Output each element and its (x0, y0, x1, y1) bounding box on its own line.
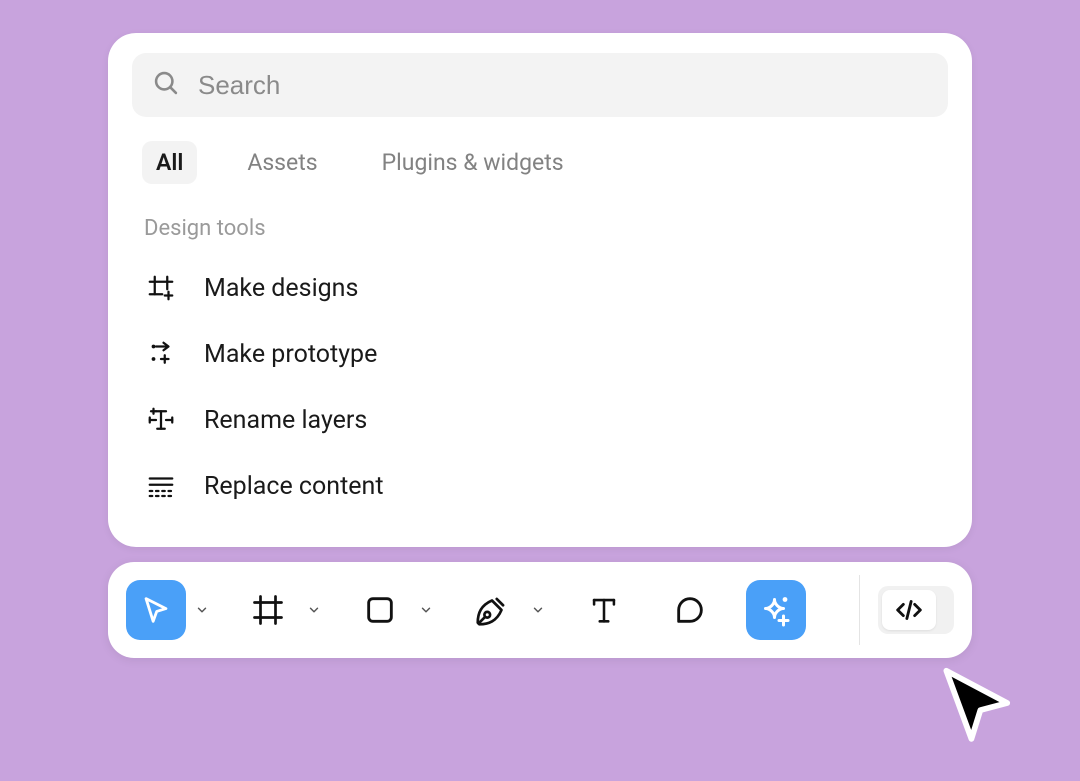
chevron-down-icon[interactable] (192, 600, 212, 620)
ai-tool[interactable] (746, 580, 806, 640)
tab-all[interactable]: All (142, 141, 197, 184)
chevron-down-icon[interactable] (416, 600, 436, 620)
toolbar-divider (859, 575, 860, 645)
action-rename-layers[interactable]: Rename layers (132, 387, 948, 453)
move-tool[interactable] (126, 580, 186, 640)
section-header: Design tools (132, 202, 948, 255)
chevron-down-icon[interactable] (304, 600, 324, 620)
frame-plus-icon (144, 271, 178, 305)
cursor-icon (932, 660, 1018, 750)
actions-panel: All Assets Plugins & widgets Design tool… (108, 33, 972, 547)
ai-tool-group (746, 580, 806, 640)
pen-tool-group (462, 580, 548, 640)
frame-tool-group (238, 580, 324, 640)
search-bar[interactable] (132, 53, 948, 117)
action-label: Make prototype (204, 340, 377, 369)
comment-tool-group (660, 580, 720, 640)
move-tool-group (126, 580, 212, 640)
text-tool-group (574, 580, 634, 640)
action-label: Replace content (204, 472, 384, 501)
prototype-icon (144, 337, 178, 371)
search-input[interactable] (198, 70, 928, 101)
replace-content-icon (144, 469, 178, 503)
pen-tool[interactable] (462, 580, 522, 640)
frame-tool[interactable] (238, 580, 298, 640)
action-replace-content[interactable]: Replace content (132, 453, 948, 519)
action-label: Rename layers (204, 406, 367, 435)
tab-assets[interactable]: Assets (233, 141, 331, 184)
rename-icon (144, 403, 178, 437)
comment-tool[interactable] (660, 580, 720, 640)
dev-mode-toggle[interactable] (878, 586, 954, 634)
action-make-designs[interactable]: Make designs (132, 255, 948, 321)
tabs: All Assets Plugins & widgets (132, 117, 948, 202)
action-label: Make designs (204, 274, 358, 303)
chevron-down-icon[interactable] (528, 600, 548, 620)
action-make-prototype[interactable]: Make prototype (132, 321, 948, 387)
text-tool[interactable] (574, 580, 634, 640)
tab-plugins-widgets[interactable]: Plugins & widgets (368, 141, 578, 184)
search-icon (152, 69, 180, 101)
shape-tool[interactable] (350, 580, 410, 640)
code-icon (882, 590, 936, 630)
toolbar (108, 562, 972, 658)
shape-tool-group (350, 580, 436, 640)
